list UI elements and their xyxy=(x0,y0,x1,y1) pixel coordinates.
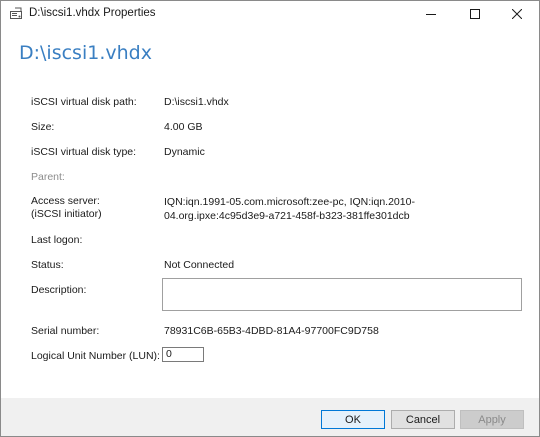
apply-button[interactable]: Apply xyxy=(460,410,524,429)
lun-label: Logical Unit Number (LUN): xyxy=(31,350,160,362)
access-server-label: Access server: xyxy=(31,195,100,207)
access-server-sublabel: (iSCSI initiator) xyxy=(31,208,102,220)
dialog-footer: OK Cancel Apply xyxy=(1,398,539,436)
title-bar[interactable]: D:\iscsi1.vhdx Properties xyxy=(1,1,539,28)
serial-number-value: 78931C6B-65B3-4DBD-81A4-97700FC9D758 xyxy=(164,325,379,337)
last-logon-label: Last logon: xyxy=(31,234,83,246)
ok-button[interactable]: OK xyxy=(321,410,385,429)
status-value: Not Connected xyxy=(164,259,235,271)
maximize-icon xyxy=(470,6,480,24)
properties-window: D:\iscsi1.vhdx Properties D:\iscsi1.vhdx… xyxy=(0,0,540,437)
disk-type-label: iSCSI virtual disk type: xyxy=(31,146,137,158)
window-title: D:\iscsi1.vhdx Properties xyxy=(29,7,156,19)
lun-field[interactable]: 0 xyxy=(162,347,204,362)
parent-label: Parent: xyxy=(31,171,65,183)
disk-path-value: D:\iscsi1.vhdx xyxy=(164,96,229,108)
close-button[interactable] xyxy=(495,1,539,28)
minimize-icon xyxy=(426,6,436,24)
minimize-button[interactable] xyxy=(409,1,453,28)
disk-type-value: Dynamic xyxy=(164,146,205,158)
size-value: 4.00 GB xyxy=(164,121,203,133)
cancel-button[interactable]: Cancel xyxy=(391,410,455,429)
close-icon xyxy=(511,6,523,24)
description-label: Description: xyxy=(31,284,87,296)
disk-properties-icon xyxy=(9,7,23,21)
serial-number-label: Serial number: xyxy=(31,325,100,337)
size-label: Size: xyxy=(31,121,55,133)
page-title: D:\iscsi1.vhdx xyxy=(19,42,152,64)
status-label: Status: xyxy=(31,259,64,271)
description-field[interactable] xyxy=(162,278,522,311)
maximize-button[interactable] xyxy=(453,1,497,28)
access-server-value: IQN:iqn.1991-05.com.microsoft:zee-pc, IQ… xyxy=(164,196,415,222)
disk-path-label: iSCSI virtual disk path: xyxy=(31,96,137,108)
